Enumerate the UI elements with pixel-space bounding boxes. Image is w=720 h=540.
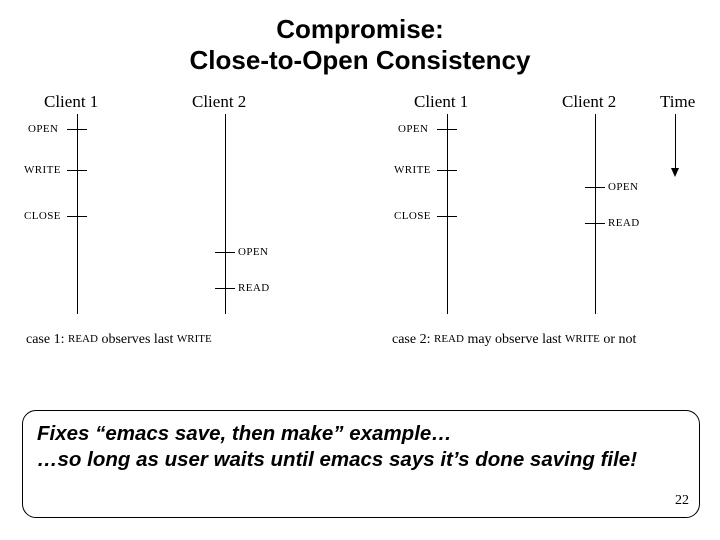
c1a-write: WRITE xyxy=(24,164,61,176)
label-client1-a: Client 1 xyxy=(44,92,98,112)
cap2-mid: may observe last xyxy=(464,332,565,347)
cap2-write: WRITE xyxy=(565,333,600,345)
label-client2-a: Client 2 xyxy=(192,92,246,112)
timeline-c1b xyxy=(447,114,448,314)
consistency-diagram: Client 1 Client 2 Client 1 Client 2 Time… xyxy=(22,92,700,372)
time-arrow-shaft xyxy=(675,114,676,169)
cap2-pre: case 2: xyxy=(392,332,434,347)
tick xyxy=(67,129,87,130)
tick xyxy=(215,252,235,253)
caption-case2: case 2: READ may observe last WRITE or n… xyxy=(392,332,636,348)
cap2-suf: or not xyxy=(600,332,637,347)
tick xyxy=(585,187,605,188)
caption-case1: case 1: READ observes last WRITE xyxy=(26,332,212,348)
timeline-c2b xyxy=(595,114,596,314)
c1b-close: CLOSE xyxy=(394,210,431,222)
c1a-open: OPEN xyxy=(28,123,58,135)
c2b-read: READ xyxy=(608,217,640,229)
time-arrow-head xyxy=(671,168,679,177)
cap1-read: READ xyxy=(68,333,98,345)
cap2-read: READ xyxy=(434,333,464,345)
timeline-c1a xyxy=(77,114,78,314)
tick xyxy=(585,223,605,224)
title-line-2: Close-to-Open Consistency xyxy=(190,45,531,75)
timeline-c2a xyxy=(225,114,226,314)
label-client1-b: Client 1 xyxy=(414,92,468,112)
tick xyxy=(437,129,457,130)
c1b-open: OPEN xyxy=(398,123,428,135)
cap1-write: WRITE xyxy=(177,333,212,345)
c2b-open: OPEN xyxy=(608,181,638,193)
tick xyxy=(67,170,87,171)
tick xyxy=(215,288,235,289)
cap1-pre: case 1: xyxy=(26,332,68,347)
label-time: Time xyxy=(660,92,695,112)
tick xyxy=(437,170,457,171)
c1a-close: CLOSE xyxy=(24,210,61,222)
page-number: 22 xyxy=(675,493,689,509)
tick xyxy=(437,216,457,217)
footnote-box: Fixes “emacs save, then make” example… …… xyxy=(22,410,700,518)
note-line-2: …so long as user waits until emacs says … xyxy=(37,448,637,471)
c2a-read: READ xyxy=(238,282,270,294)
label-client2-b: Client 2 xyxy=(562,92,616,112)
c1b-write: WRITE xyxy=(394,164,431,176)
tick xyxy=(67,216,87,217)
c2a-open: OPEN xyxy=(238,246,268,258)
cap1-mid: observes last xyxy=(98,332,177,347)
title-line-1: Compromise: xyxy=(276,14,444,44)
note-line-1: Fixes “emacs save, then make” example… xyxy=(37,422,452,445)
